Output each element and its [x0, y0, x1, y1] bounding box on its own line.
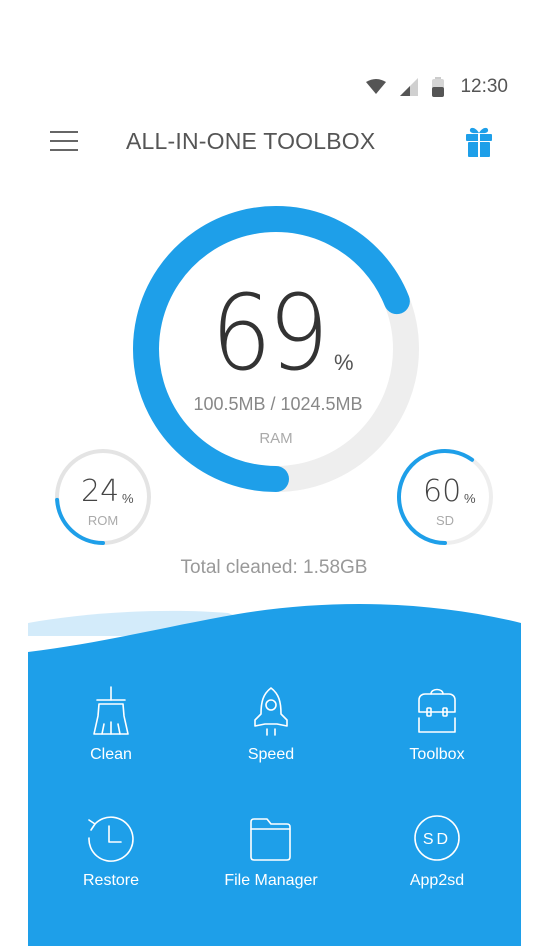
sd-label: SD: [435, 513, 455, 528]
sd-card-icon-text: SD: [423, 831, 451, 848]
tool-file-manager-label: File Manager: [224, 872, 318, 889]
ram-gauge[interactable]: 69: [0, 272, 548, 394]
tool-clean[interactable]: Clean: [31, 686, 191, 786]
total-cleaned: Total cleaned: 1.58GB: [180, 557, 368, 578]
tool-toolbox-label: Toolbox: [409, 746, 465, 763]
tool-restore[interactable]: Restore: [31, 812, 191, 912]
tools-panel: Clean Speed Toolbox Restore File Manager…: [28, 596, 521, 946]
tool-app2sd-label: App2sd: [409, 872, 465, 889]
tool-speed[interactable]: Speed: [191, 686, 351, 786]
toolbox-icon: [418, 688, 456, 733]
ram-usage: 100.5MB / 1024.5MB: [193, 394, 363, 414]
restore-clock-icon: [88, 816, 134, 862]
tool-toolbox[interactable]: Toolbox: [357, 686, 517, 786]
sd-card-icon: SD: [414, 815, 460, 861]
tool-file-manager[interactable]: File Manager: [191, 812, 351, 912]
ram-percent-sign: %: [334, 350, 354, 375]
tool-app2sd[interactable]: SD App2sd: [357, 812, 517, 912]
ram-label: RAM: [259, 430, 293, 447]
rom-percent-sign: %: [122, 491, 134, 506]
folder-icon: [250, 818, 291, 861]
tool-clean-label: Clean: [90, 746, 132, 763]
sd-percent-sign: %: [464, 491, 476, 506]
tool-speed-label: Speed: [247, 746, 295, 763]
sd-percent-value: 60: [423, 474, 462, 509]
broom-icon: [93, 686, 129, 735]
tool-restore-label: Restore: [82, 872, 140, 889]
rocket-icon: [254, 687, 288, 736]
ram-percent-value: 69: [210, 272, 329, 394]
rom-label: ROM: [87, 513, 119, 528]
rom-percent-value: 24: [81, 474, 120, 509]
